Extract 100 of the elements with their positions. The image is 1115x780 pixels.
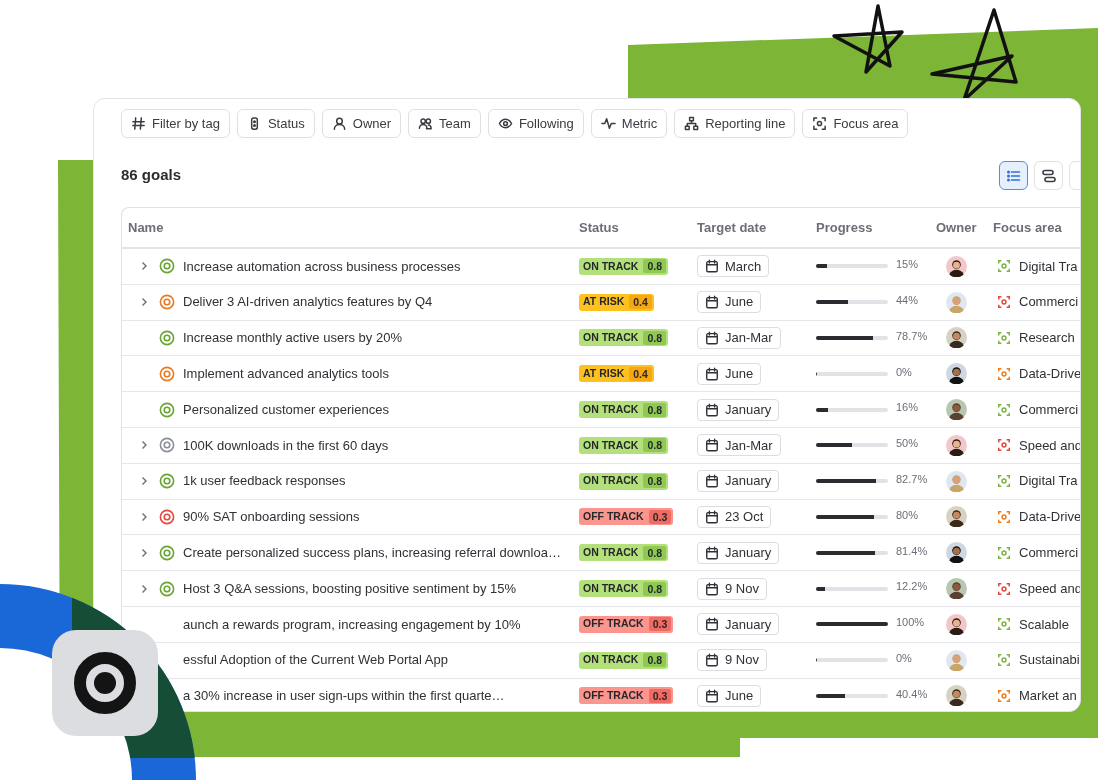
goal-name[interactable]: Increase automation across business processes (183, 256, 461, 277)
filter-button[interactable]: Owner (321, 109, 402, 138)
date-chip[interactable]: 9 Nov (697, 577, 767, 600)
status-label: ON TRACK (583, 580, 639, 596)
status-score: 0.8 (643, 438, 667, 453)
goal-name[interactable]: essful Adoption of the Current Web Portal App (183, 650, 448, 670)
status-score: 0.8 (643, 402, 667, 417)
focus-area: Digital Tra (1019, 256, 1078, 277)
calendar-icon (705, 653, 719, 668)
progress-percent: 100% (896, 615, 925, 631)
date-chip[interactable]: June (697, 291, 762, 314)
filter-button[interactable]: Status (236, 109, 315, 138)
pulse-icon (600, 116, 616, 131)
filter-button[interactable]: Focus area (802, 109, 909, 138)
date-chip[interactable]: January (697, 470, 780, 493)
status-label: ON TRACK (583, 330, 639, 346)
goal-name[interactable]: 100K downloads in the first 60 days (183, 435, 389, 456)
date-chip[interactable]: June (697, 684, 762, 707)
date-chip[interactable]: 9 Nov (697, 649, 767, 672)
avatar (946, 578, 967, 600)
goal-name[interactable]: Increase monthly active users by 20% (183, 328, 402, 348)
avatar (946, 685, 967, 707)
status-label: ON TRACK (583, 652, 639, 668)
status-label: AT RISK (583, 365, 625, 381)
avatar (946, 649, 967, 671)
avatar (946, 470, 967, 492)
filter-button[interactable]: Following (487, 109, 584, 138)
date-chip[interactable]: Jan-Mar (697, 434, 781, 457)
goal-name[interactable]: Deliver 3 AI-driven analytics features by Q4 (183, 292, 433, 312)
progress-percent: 0% (896, 364, 912, 380)
avatar (946, 363, 967, 385)
avatar (946, 542, 967, 564)
date-chip[interactable]: Jan-Mar (697, 327, 781, 349)
progress-percent: 82.7% (896, 471, 928, 487)
focus-area: Market an (1019, 686, 1077, 706)
status-label: ON TRACK (583, 258, 639, 274)
goal-count: 86 goals (121, 165, 182, 186)
eye-icon (497, 116, 513, 131)
status-score: 0.4 (629, 366, 652, 381)
calendar-icon (705, 402, 719, 417)
avatar (946, 506, 967, 528)
calendar-icon (705, 331, 719, 345)
calendar-icon (705, 581, 719, 596)
progress-percent: 80% (896, 507, 919, 523)
date-chip[interactable]: January (697, 541, 780, 564)
hierarchy-icon (684, 116, 700, 131)
avatar (946, 399, 967, 421)
goal-name[interactable]: aunch a rewards program, increasing engagement by 10% (183, 614, 521, 635)
focus-area: Commerci (1019, 543, 1079, 563)
date-chip[interactable]: January (697, 613, 780, 636)
status-label: OFF TRACK (583, 616, 644, 632)
status-score: 0.8 (643, 259, 667, 274)
column-header: Name (128, 219, 164, 235)
status-score: 0.8 (643, 581, 667, 596)
goal-name[interactable]: Create personalized success plans, increasing referral downloa… (183, 543, 561, 563)
status-score: 0.3 (648, 688, 672, 703)
focus-area: Sustainabi (1019, 650, 1080, 670)
status-label: ON TRACK (583, 473, 639, 489)
calendar-icon (705, 295, 719, 310)
focus-area: Commerci (1019, 399, 1079, 420)
filter-button[interactable]: Metric (590, 109, 668, 138)
progress-percent: 40.4% (896, 686, 928, 702)
goal-name[interactable]: a 30% increase in user sign-ups within the first quarte… (183, 686, 505, 706)
date-chip[interactable]: 23 Oct (697, 505, 772, 528)
filter-button[interactable]: Reporting line (674, 109, 796, 138)
progress-percent: 78.7% (896, 328, 928, 344)
column-header: Focus area (993, 219, 1062, 235)
target-icon (73, 651, 137, 715)
status-label: ON TRACK (583, 401, 639, 417)
status-score: 0.3 (648, 509, 672, 524)
avatar (946, 255, 967, 277)
focus-area: Scalable (1019, 614, 1069, 635)
person-icon (331, 116, 347, 131)
date-chip[interactable]: March (697, 255, 770, 278)
filter-button[interactable]: Filter by tag (121, 109, 230, 138)
calendar-icon (705, 617, 719, 632)
status-label: ON TRACK (583, 437, 639, 453)
status-label: AT RISK (583, 294, 625, 310)
calendar-icon (705, 366, 719, 381)
calendar-icon (705, 438, 719, 453)
status-score: 0.3 (648, 617, 672, 632)
date-chip[interactable]: June (697, 362, 762, 385)
goal-name[interactable]: 90% SAT onboarding sessions (183, 507, 360, 527)
goal-name[interactable]: Host 3 Q&A sessions, boosting positive sentiment by 15% (183, 578, 517, 599)
progress-percent: 50% (896, 436, 919, 452)
goal-name[interactable]: Implement advanced analytics tools (183, 364, 389, 384)
status-score: 0.8 (643, 474, 667, 489)
avatar (946, 613, 967, 635)
column-header: Status (579, 219, 619, 235)
people-icon (418, 116, 434, 131)
goal-name[interactable]: Personalized customer experiences (183, 399, 389, 420)
focus-icon (812, 116, 828, 131)
calendar-icon (705, 474, 719, 489)
progress-percent: 44% (896, 292, 919, 308)
timeline-icon (1040, 167, 1057, 184)
focus-area: Research (1019, 328, 1075, 348)
date-chip[interactable]: January (697, 398, 780, 421)
progress-percent: 12.2% (896, 579, 928, 595)
goal-name[interactable]: 1k user feedback responses (183, 471, 346, 491)
filter-button[interactable]: Team (408, 109, 481, 138)
